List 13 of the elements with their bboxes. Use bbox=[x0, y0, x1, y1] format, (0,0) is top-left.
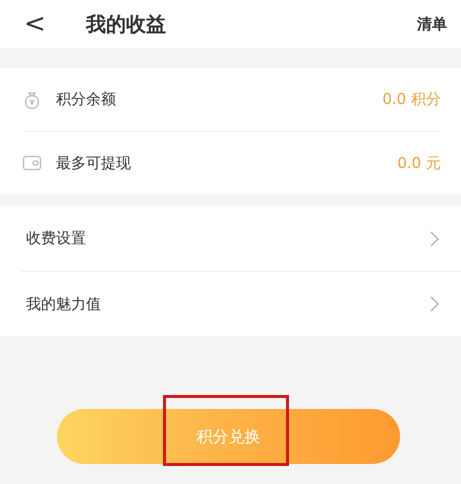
chevron-right-icon bbox=[430, 296, 439, 312]
list-link[interactable]: 清单 bbox=[417, 12, 447, 36]
money-bag-icon bbox=[22, 90, 42, 110]
balance-label: 最多可提现 bbox=[56, 152, 131, 174]
back-button[interactable]: < bbox=[24, 11, 46, 37]
menu-item[interactable]: 我的魅力值 bbox=[20, 271, 461, 336]
balance-value: 0.0 积分 bbox=[382, 89, 441, 110]
balance-value: 0.0 元 bbox=[397, 152, 441, 174]
page-title: 我的收益 bbox=[86, 11, 166, 38]
balance-label: 积分余额 bbox=[56, 89, 116, 110]
chevron-right-icon bbox=[430, 230, 439, 246]
wallet-icon bbox=[22, 154, 42, 172]
menu-item[interactable]: 收费设置 bbox=[20, 206, 461, 271]
